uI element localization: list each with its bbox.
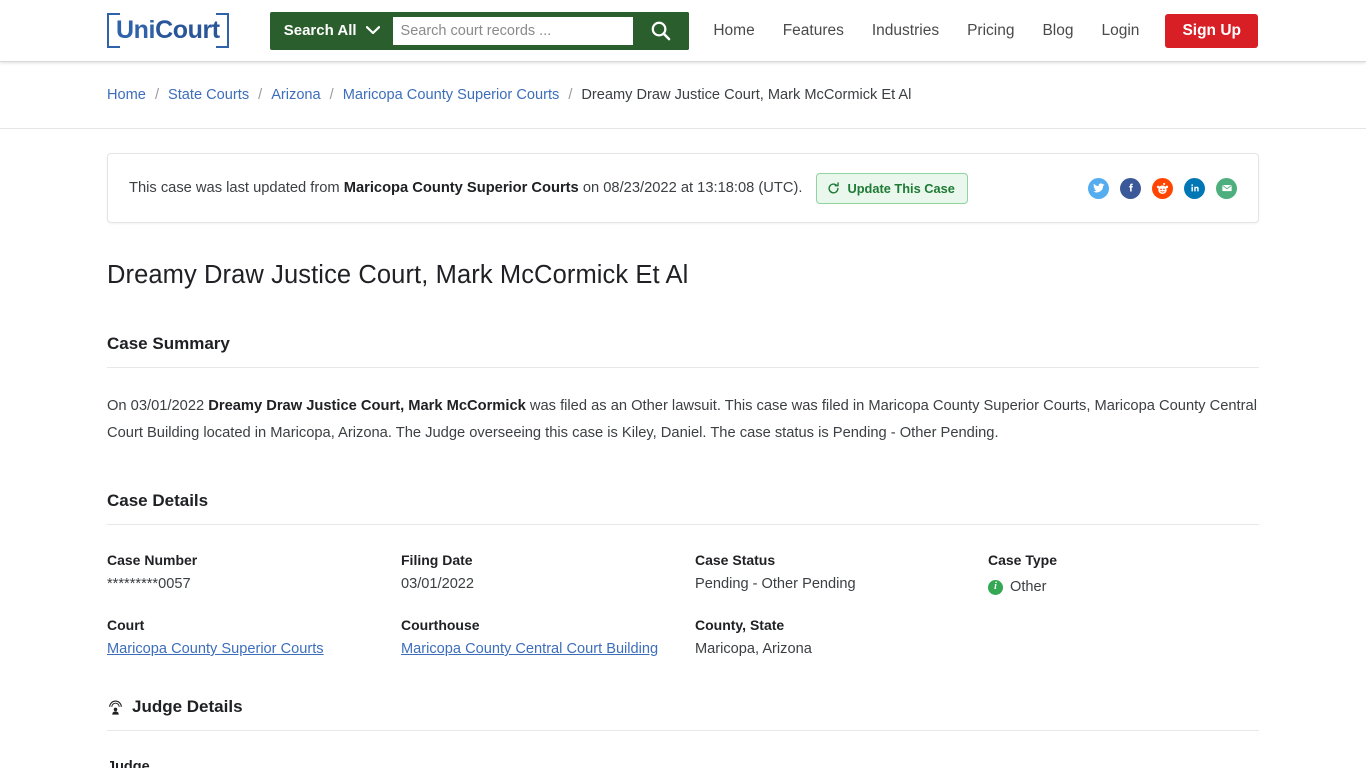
chevron-down-icon bbox=[365, 26, 380, 35]
reddit-alien-glyph bbox=[1156, 182, 1169, 194]
search-scope-label: Search All bbox=[283, 22, 357, 39]
case-details-heading: Case Details bbox=[107, 491, 1259, 525]
reddit-share-icon[interactable] bbox=[1152, 177, 1173, 199]
field-label: Case Number bbox=[107, 552, 198, 568]
linkedin-in-glyph bbox=[1190, 184, 1199, 192]
nav-item-home[interactable]: Home bbox=[699, 22, 768, 40]
refresh-icon bbox=[828, 181, 840, 194]
site-header: UniCourt Search All Home Features Indust… bbox=[0, 0, 1366, 62]
search-submit-button[interactable] bbox=[632, 11, 689, 50]
judge-details-heading: Judge Details bbox=[107, 697, 1259, 731]
case-summary-heading: Case Summary bbox=[107, 334, 1259, 368]
breadcrumb-separator: / bbox=[329, 87, 334, 103]
nav-item-industries[interactable]: Industries bbox=[858, 22, 953, 40]
signup-button[interactable]: Sign Up bbox=[1165, 13, 1258, 48]
twitter-share-icon[interactable] bbox=[1088, 177, 1109, 199]
search-icon bbox=[651, 21, 671, 41]
judge-icon bbox=[109, 699, 122, 715]
logo-bracket-frame: UniCourt bbox=[107, 13, 229, 48]
field-empty-slot bbox=[988, 617, 1259, 657]
breadcrumb-item-state-courts[interactable]: State Courts bbox=[168, 87, 249, 103]
envelope-glyph bbox=[1221, 185, 1232, 192]
nav-item-pricing[interactable]: Pricing bbox=[953, 22, 1028, 40]
search-input[interactable] bbox=[392, 16, 633, 45]
field-case-number: Case Number *********0057 bbox=[107, 552, 401, 595]
twitter-bird-glyph bbox=[1092, 183, 1104, 193]
facebook-share-icon[interactable] bbox=[1120, 177, 1141, 199]
case-summary-heading-label: Case Summary bbox=[107, 334, 230, 353]
field-case-status: Case Status Pending - Other Pending bbox=[695, 552, 988, 595]
case-summary-text: On 03/01/2022 Dreamy Draw Justice Court,… bbox=[107, 393, 1259, 447]
courthouse-link[interactable]: Maricopa County Central Court Building bbox=[401, 641, 658, 657]
breadcrumb-separator: / bbox=[258, 87, 263, 103]
nav-item-blog[interactable]: Blog bbox=[1028, 22, 1087, 40]
email-share-icon[interactable] bbox=[1216, 177, 1237, 199]
banner-text-after: on 08/23/2022 at 13:18:08 (UTC). bbox=[578, 180, 803, 196]
page-title: Dreamy Draw Justice Court, Mark McCormic… bbox=[107, 261, 689, 289]
field-value-wrapper: Maricopa County Central Court Building bbox=[401, 641, 695, 657]
main-navigation: Home Features Industries Pricing Blog Lo… bbox=[699, 13, 1258, 48]
field-label: Courthouse bbox=[401, 617, 480, 633]
banner-source-name: Maricopa County Superior Courts bbox=[343, 180, 579, 196]
field-label: Court bbox=[107, 617, 145, 633]
judge-details-heading-label: Judge Details bbox=[132, 697, 243, 716]
field-county-state: County, State Maricopa, Arizona bbox=[695, 617, 988, 657]
field-value: 03/01/2022 bbox=[401, 576, 475, 592]
info-icon[interactable]: i bbox=[988, 579, 1003, 595]
update-this-case-label: Update This Case bbox=[847, 180, 955, 196]
search-bar: Search All bbox=[269, 11, 689, 50]
summary-case-name: Dreamy Draw Justice Court, Mark McCormic… bbox=[208, 398, 526, 414]
breadcrumb-item-home[interactable]: Home bbox=[107, 87, 146, 103]
logo-text-court: Court bbox=[155, 16, 220, 44]
court-link[interactable]: Maricopa County Superior Courts bbox=[107, 641, 324, 657]
field-value: Other bbox=[1010, 579, 1047, 595]
page-content: This case was last updated from Maricopa… bbox=[0, 153, 1366, 768]
case-update-banner: This case was last updated from Maricopa… bbox=[107, 153, 1259, 223]
field-case-type: Case Type i Other bbox=[988, 552, 1259, 595]
field-label: Case Type bbox=[988, 552, 1057, 568]
field-label: County, State bbox=[695, 617, 785, 633]
breadcrumb-separator: / bbox=[568, 87, 573, 103]
breadcrumb: Home / State Courts / Arizona / Maricopa… bbox=[0, 62, 1366, 129]
banner-text-before: This case was last updated from bbox=[129, 180, 344, 196]
case-update-text: This case was last updated from Maricopa… bbox=[129, 180, 802, 196]
field-label: Filing Date bbox=[401, 552, 473, 568]
breadcrumb-item-maricopa-county-superior-courts[interactable]: Maricopa County Superior Courts bbox=[343, 87, 560, 103]
field-filing-date: Filing Date 03/01/2022 bbox=[401, 552, 695, 595]
field-label: Case Status bbox=[695, 552, 776, 568]
update-this-case-button[interactable]: Update This Case bbox=[816, 172, 968, 204]
logo-text-uni: Uni bbox=[116, 16, 156, 44]
field-value-wrapper: i Other bbox=[988, 579, 1047, 595]
facebook-f-glyph bbox=[1128, 183, 1133, 192]
unicourt-logo[interactable]: UniCourt bbox=[107, 13, 229, 48]
summary-prefix: On 03/01/2022 bbox=[107, 398, 209, 414]
field-value-wrapper: Maricopa County Superior Courts bbox=[107, 641, 401, 657]
nav-item-login[interactable]: Login bbox=[1088, 22, 1154, 40]
field-value: Maricopa, Arizona bbox=[695, 641, 812, 657]
logo-text: UniCourt bbox=[116, 18, 220, 43]
linkedin-share-icon[interactable] bbox=[1184, 177, 1205, 199]
social-share-group bbox=[1088, 177, 1237, 199]
field-value: *********0057 bbox=[107, 576, 191, 592]
field-courthouse: Courthouse Maricopa County Central Court… bbox=[401, 617, 695, 657]
case-details-heading-label: Case Details bbox=[107, 491, 209, 510]
search-scope-dropdown[interactable]: Search All bbox=[270, 12, 393, 50]
breadcrumb-item-arizona[interactable]: Arizona bbox=[271, 87, 320, 103]
breadcrumb-item-current: Dreamy Draw Justice Court, Mark McCormic… bbox=[581, 87, 912, 103]
nav-item-features[interactable]: Features bbox=[769, 22, 858, 40]
field-court: Court Maricopa County Superior Courts bbox=[107, 617, 401, 657]
field-value: Pending - Other Pending bbox=[695, 576, 856, 592]
judge-subheading: Judge bbox=[107, 759, 150, 768]
case-details-grid: Case Number *********0057 Filing Date 03… bbox=[107, 552, 1259, 657]
breadcrumb-separator: / bbox=[154, 87, 159, 103]
